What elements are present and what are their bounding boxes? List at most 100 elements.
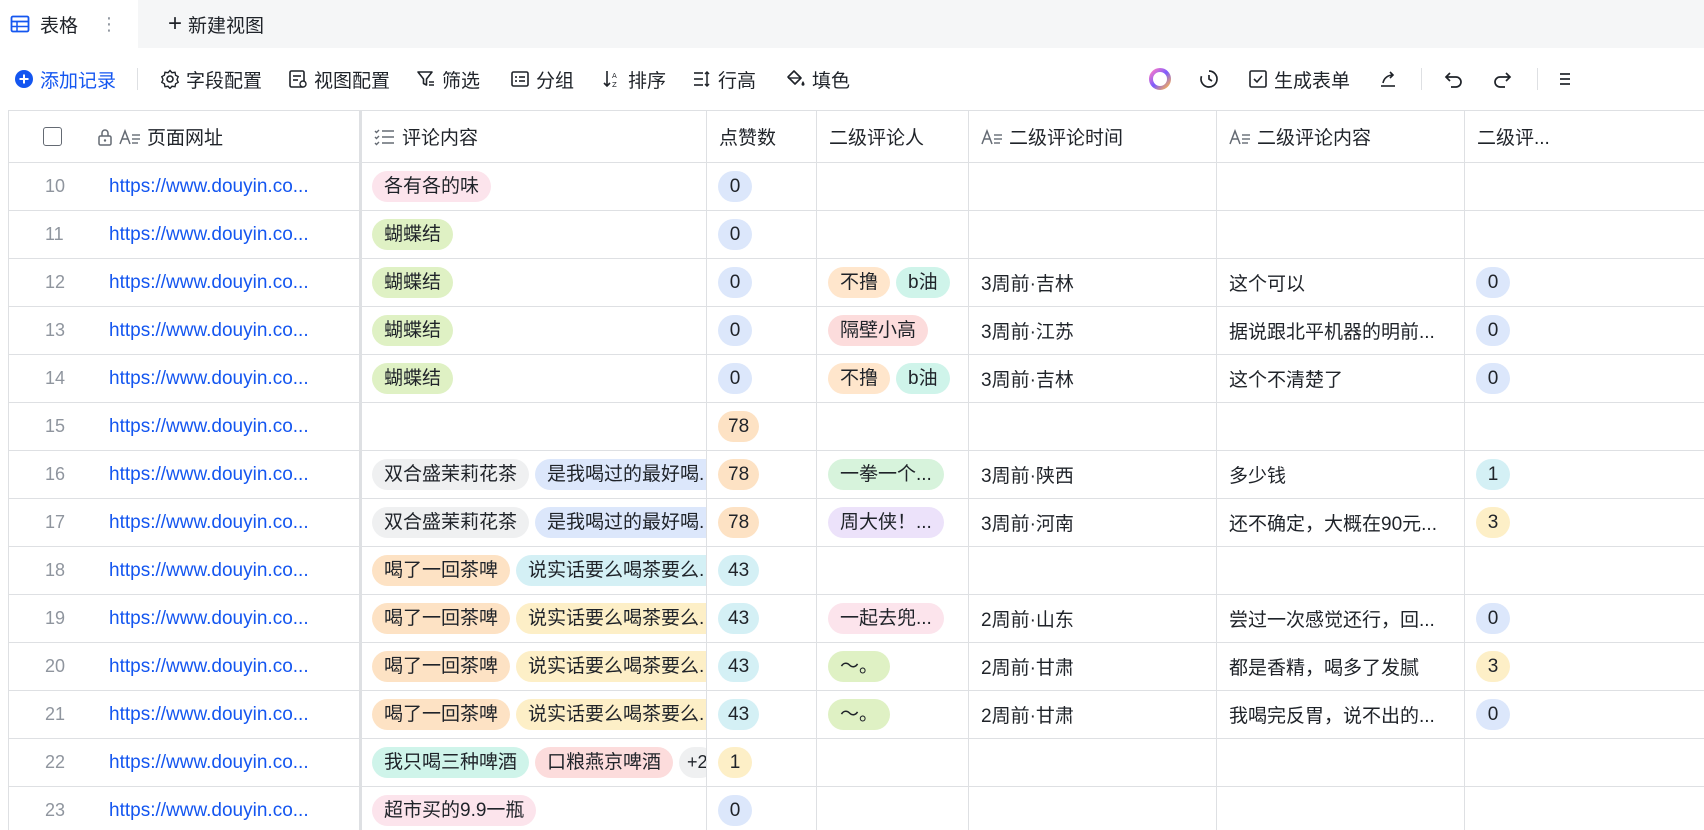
sub-time-cell[interactable]: 2周前·甘肃 bbox=[969, 643, 1217, 691]
likes-cell[interactable]: 0 bbox=[707, 787, 817, 830]
comment-cell[interactable] bbox=[362, 403, 707, 451]
table-row[interactable]: 11 https://www.douyin.co... 蝴蝶结 0 bbox=[9, 211, 1704, 259]
url-cell[interactable]: https://www.douyin.co... bbox=[97, 259, 360, 307]
table-row[interactable]: 14 https://www.douyin.co... 蝴蝶结 0 不撸 b油 3周前·吉林… bbox=[9, 355, 1704, 403]
url-cell[interactable]: https://www.douyin.co... bbox=[97, 787, 360, 830]
sub-more-cell[interactable]: 0 bbox=[1465, 307, 1704, 355]
url-cell[interactable]: https://www.douyin.co... bbox=[97, 307, 360, 355]
url-cell[interactable]: https://www.douyin.co... bbox=[97, 355, 360, 403]
ai-assistant-button[interactable] bbox=[1148, 48, 1178, 110]
sub-content-cell[interactable]: 还不确定，大概在90元... bbox=[1217, 499, 1465, 547]
sort-button[interactable]: AZ 排序 bbox=[602, 48, 666, 110]
likes-cell[interactable]: 78 bbox=[707, 451, 817, 499]
sub-time-cell[interactable] bbox=[969, 211, 1217, 259]
sub-time-cell[interactable] bbox=[969, 787, 1217, 830]
sub-content-cell[interactable]: 尝过一次感觉还行，回... bbox=[1217, 595, 1465, 643]
url-cell[interactable]: https://www.douyin.co... bbox=[97, 451, 360, 499]
table-row[interactable]: 10 https://www.douyin.co... 各有各的味 0 bbox=[9, 163, 1704, 211]
comment-cell[interactable]: 各有各的味 bbox=[362, 163, 707, 211]
table-row[interactable]: 15 https://www.douyin.co... 78 bbox=[9, 403, 1704, 451]
comment-cell[interactable]: 我只喝三种啤酒 口粮燕京啤酒 +2 bbox=[362, 739, 707, 787]
url-link[interactable]: https://www.douyin.co... bbox=[109, 224, 309, 246]
likes-cell[interactable]: 43 bbox=[707, 643, 817, 691]
more-tags-badge[interactable]: +2 bbox=[679, 747, 706, 778]
undo-button[interactable] bbox=[1444, 48, 1470, 110]
share-button[interactable] bbox=[1378, 48, 1404, 110]
sub-more-cell[interactable] bbox=[1465, 211, 1704, 259]
table-row[interactable]: 19 https://www.douyin.co... 喝了一回茶啤 说实话要么喝茶要… bbox=[9, 595, 1704, 643]
likes-cell[interactable]: 78 bbox=[707, 499, 817, 547]
url-link[interactable]: https://www.douyin.co... bbox=[109, 704, 309, 726]
sub-commenter-cell[interactable] bbox=[817, 403, 969, 451]
sub-time-cell[interactable] bbox=[969, 547, 1217, 595]
url-cell[interactable]: https://www.douyin.co... bbox=[97, 163, 360, 211]
sub-commenter-cell[interactable]: 隔壁小高 bbox=[817, 307, 969, 355]
url-link[interactable]: https://www.douyin.co... bbox=[109, 176, 309, 198]
generate-form-button[interactable]: 生成表单 bbox=[1248, 48, 1350, 110]
column-header-sub-commenter[interactable]: 二级评论人 bbox=[817, 111, 969, 163]
sub-content-cell[interactable]: 这个不清楚了 bbox=[1217, 355, 1465, 403]
table-row[interactable]: 20 https://www.douyin.co... 喝了一回茶啤 说实话要么喝茶要… bbox=[9, 643, 1704, 691]
comment-cell[interactable]: 蝴蝶结 bbox=[362, 355, 707, 403]
url-cell[interactable]: https://www.douyin.co... bbox=[97, 643, 360, 691]
view-config-button[interactable]: 视图配置 bbox=[288, 48, 390, 110]
url-link[interactable]: https://www.douyin.co... bbox=[109, 752, 309, 774]
sub-content-cell[interactable] bbox=[1217, 547, 1465, 595]
sub-commenter-cell[interactable]: 周大侠！... bbox=[817, 499, 969, 547]
sub-commenter-cell[interactable] bbox=[817, 739, 969, 787]
comment-cell[interactable]: 蝴蝶结 bbox=[362, 211, 707, 259]
comment-cell[interactable]: 蝴蝶结 bbox=[362, 259, 707, 307]
column-header-sub-more[interactable]: 二级评... bbox=[1465, 111, 1704, 163]
more-toolbar-button[interactable] bbox=[1558, 48, 1584, 110]
sub-time-cell[interactable] bbox=[969, 163, 1217, 211]
likes-cell[interactable]: 0 bbox=[707, 163, 817, 211]
sub-time-cell[interactable]: 3周前·河南 bbox=[969, 499, 1217, 547]
sub-time-cell[interactable]: 3周前·吉林 bbox=[969, 259, 1217, 307]
url-link[interactable]: https://www.douyin.co... bbox=[109, 272, 309, 294]
comment-cell[interactable]: 蝴蝶结 bbox=[362, 307, 707, 355]
sub-time-cell[interactable]: 3周前·江苏 bbox=[969, 307, 1217, 355]
field-config-button[interactable]: 字段配置 bbox=[160, 48, 262, 110]
comment-cell[interactable]: 喝了一回茶啤 说实话要么喝茶要么... bbox=[362, 691, 707, 739]
sub-time-cell[interactable]: 2周前·甘肃 bbox=[969, 691, 1217, 739]
sub-content-cell[interactable]: 据说跟北平机器的明前... bbox=[1217, 307, 1465, 355]
sub-content-cell[interactable]: 这个可以 bbox=[1217, 259, 1465, 307]
sub-more-cell[interactable]: 0 bbox=[1465, 691, 1704, 739]
sub-more-cell[interactable]: 3 bbox=[1465, 643, 1704, 691]
url-cell[interactable]: https://www.douyin.co... bbox=[97, 211, 360, 259]
sub-commenter-cell[interactable]: ～。 bbox=[817, 691, 969, 739]
comment-cell[interactable]: 超市买的9.9一瓶 bbox=[362, 787, 707, 830]
sub-content-cell[interactable] bbox=[1217, 787, 1465, 830]
url-link[interactable]: https://www.douyin.co... bbox=[109, 512, 309, 534]
sub-commenter-cell[interactable]: ～。 bbox=[817, 643, 969, 691]
table-row[interactable]: 12 https://www.douyin.co... 蝴蝶结 0 不撸 b油 3周前·吉林… bbox=[9, 259, 1704, 307]
sub-more-cell[interactable] bbox=[1465, 403, 1704, 451]
sub-commenter-cell[interactable] bbox=[817, 547, 969, 595]
url-cell[interactable]: https://www.douyin.co... bbox=[97, 547, 360, 595]
table-row[interactable]: 18 https://www.douyin.co... 喝了一回茶啤 说实话要么喝茶要… bbox=[9, 547, 1704, 595]
table-row[interactable]: 13 https://www.douyin.co... 蝴蝶结 0 隔壁小高 3周前·江苏… bbox=[9, 307, 1704, 355]
table-row[interactable]: 22 https://www.douyin.co... 我只喝三种啤酒 口粮燕京啤酒 +… bbox=[9, 739, 1704, 787]
url-link[interactable]: https://www.douyin.co... bbox=[109, 320, 309, 342]
column-header-sub-time[interactable]: 二级评论时间 bbox=[969, 111, 1217, 163]
sub-content-cell[interactable]: 我喝完反胃，说不出的... bbox=[1217, 691, 1465, 739]
column-header-sub-content[interactable]: 二级评论内容 bbox=[1217, 111, 1465, 163]
redo-button[interactable] bbox=[1492, 48, 1518, 110]
likes-cell[interactable]: 0 bbox=[707, 307, 817, 355]
likes-cell[interactable]: 43 bbox=[707, 547, 817, 595]
select-all-checkbox-cell[interactable] bbox=[9, 111, 97, 163]
sub-time-cell[interactable]: 3周前·吉林 bbox=[969, 355, 1217, 403]
likes-cell[interactable]: 78 bbox=[707, 403, 817, 451]
add-record-button[interactable]: 添加记录 bbox=[14, 48, 116, 110]
more-vertical-icon[interactable]: ⋮ bbox=[100, 14, 118, 35]
sub-content-cell[interactable]: 多少钱 bbox=[1217, 451, 1465, 499]
comment-cell[interactable]: 喝了一回茶啤 说实话要么喝茶要么... bbox=[362, 643, 707, 691]
sub-content-cell[interactable] bbox=[1217, 739, 1465, 787]
column-header-url[interactable]: 页面网址 bbox=[97, 111, 360, 163]
sub-content-cell[interactable]: 都是香精，喝多了发腻 bbox=[1217, 643, 1465, 691]
table-row[interactable]: 17 https://www.douyin.co... 双合盛茉莉花茶 是我喝过的最好… bbox=[9, 499, 1704, 547]
likes-cell[interactable]: 0 bbox=[707, 355, 817, 403]
sub-content-cell[interactable] bbox=[1217, 211, 1465, 259]
column-header-comment[interactable]: 评论内容 bbox=[362, 111, 707, 163]
sub-more-cell[interactable]: 0 bbox=[1465, 595, 1704, 643]
